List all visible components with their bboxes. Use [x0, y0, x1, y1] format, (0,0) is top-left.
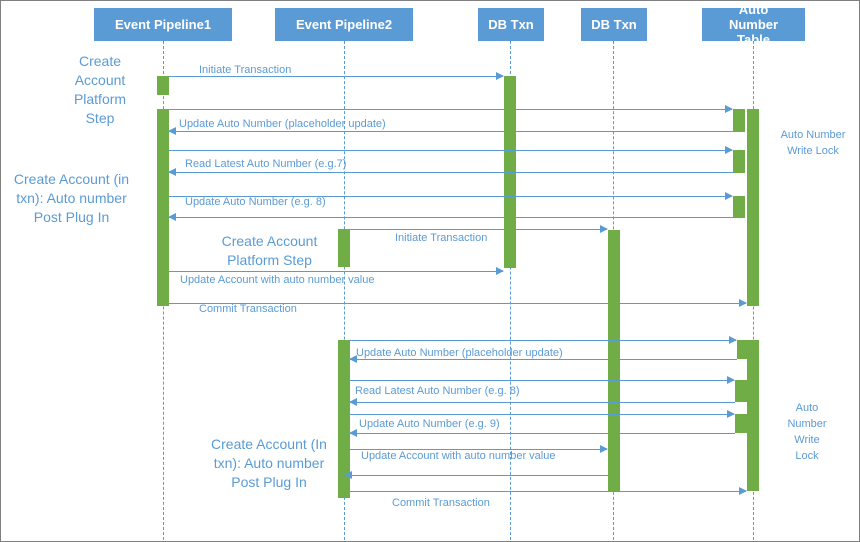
message-label: Commit Transaction	[392, 497, 490, 509]
message-arrow	[350, 225, 608, 233]
message-arrow	[169, 72, 504, 80]
activation-ant-step4	[737, 340, 749, 359]
message-label: Update Account with auto number value	[180, 274, 375, 286]
message-arrow	[350, 376, 735, 384]
message-arrow	[349, 429, 735, 437]
message-arrow	[169, 105, 733, 113]
message-arrow	[349, 398, 735, 406]
activation-ant-lock1	[747, 109, 759, 306]
note-ep2-platform-step: Create Account Platform Step	[221, 233, 318, 268]
message-arrow	[350, 487, 747, 495]
activation-ep1-platform	[157, 76, 169, 95]
participant-db-txn-2: DB Txn	[581, 8, 647, 41]
message-arrow	[168, 213, 733, 221]
message-arrow	[169, 146, 733, 154]
message-label: Update Auto Number (placeholder update)	[179, 118, 386, 130]
message-label: Initiate Transaction	[395, 232, 488, 244]
message-label: Read Latest Auto Number (e.g.7)	[185, 158, 347, 170]
message-label: Update Auto Number (e.g. 9)	[359, 418, 500, 430]
message-label: Initiate Transaction	[199, 64, 292, 76]
participant-db-txn-1: DB Txn	[478, 8, 544, 41]
message-arrow	[350, 336, 737, 344]
participant-event-pipeline-2: Event Pipeline2	[275, 8, 413, 41]
message-arrow	[168, 127, 733, 135]
message-label: Update Auto Number (placeholder update)	[356, 347, 563, 359]
message-arrow	[349, 355, 737, 363]
message-arrow	[169, 267, 504, 275]
activation-ant-step3	[733, 196, 745, 218]
note-ep1-post-plugin: Create Account (in txn): Auto number Pos…	[13, 171, 130, 225]
note-ep1-platform-step: Create Account Platform Step	[73, 53, 127, 126]
activation-db2	[608, 230, 620, 492]
message-label: Read Latest Auto Number (e.g. 8)	[355, 385, 520, 397]
activation-ep2-platform	[338, 229, 350, 267]
activation-ant-step2	[733, 150, 745, 173]
activation-ant-step6	[735, 414, 747, 433]
message-arrow	[344, 471, 608, 479]
activation-ant-step5	[735, 380, 747, 402]
participant-label: DB Txn	[591, 17, 637, 32]
message-label: Update Account with auto number value	[361, 450, 556, 462]
message-label: Update Auto Number (e.g. 8)	[185, 196, 326, 208]
participant-event-pipeline-1: Event Pipeline1	[94, 8, 232, 41]
activation-ant-step1	[733, 109, 745, 132]
participant-label: DB Txn	[488, 17, 534, 32]
activation-ant-lock2	[747, 340, 759, 491]
note-ep2-post-plugin: Create Account (In txn): Auto number Pos…	[211, 436, 327, 490]
note-write-lock-1: Auto Number Write Lock	[780, 129, 846, 157]
message-label: Commit Transaction	[199, 303, 297, 315]
message-arrow	[350, 410, 735, 418]
message-arrow	[168, 168, 733, 176]
participant-auto-number-table: Auto Number Table	[702, 2, 805, 47]
activation-ep1-plugin	[157, 109, 169, 306]
participant-label: Event Pipeline2	[295, 17, 393, 32]
note-write-lock-2: Auto Number Write Lock	[787, 402, 827, 462]
participant-label: Event Pipeline1	[114, 17, 212, 32]
